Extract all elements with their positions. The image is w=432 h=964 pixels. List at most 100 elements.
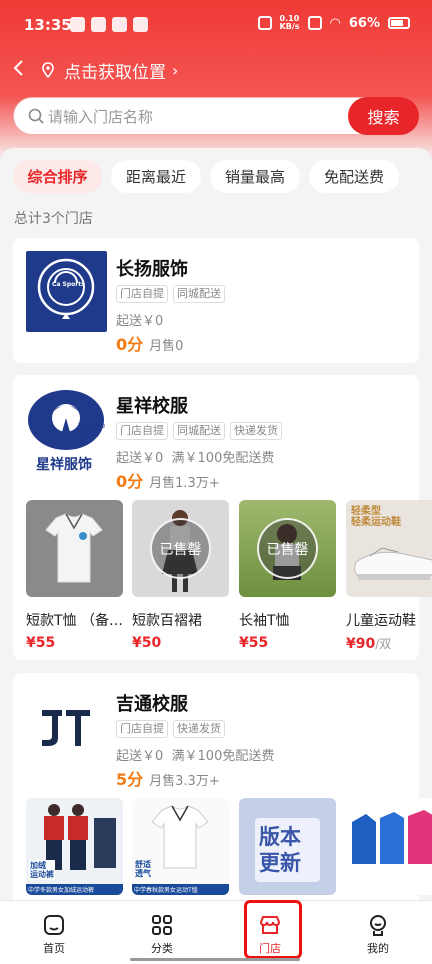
monthly-sales: 月售3.3万+ [149,774,220,789]
product-caption: 舒适 透气 [135,860,151,878]
product-item[interactable]: 版本 更新 [239,798,336,895]
store-score: 5分 [116,770,144,789]
store-list-panel: 综合排序 距离最近 销量最高 免配送费 总计3个门店 Ca Sports 长扬服… [0,148,432,900]
search-icon [28,108,44,124]
product-item[interactable]: 已售罄 长袖T恤 ¥55 [239,500,336,651]
product-price-value: ¥90 [346,636,376,652]
battery-icon [388,17,410,29]
store-card[interactable]: 吉通校服 门店自提 快递发货 起送￥0 满￥100免配送费 5分 月售3.3万+… [13,673,432,900]
tab-category[interactable]: 分类 [108,901,216,964]
product-image: 版本 更新 [239,798,336,895]
back-icon[interactable] [12,58,34,82]
battery-percent: 66% [348,15,380,31]
store-rating: 0分 月售1.3万+ [116,468,220,492]
product-price-unit: /双 [375,637,392,651]
chevron-right-icon: › [172,60,179,80]
store-tags: 门店自提 快递发货 [116,720,225,738]
home-icon [44,915,64,935]
store-name: 星祥校服 [116,396,188,417]
location-selector[interactable]: 点击获取位置 › [12,56,178,84]
gesture-bar [130,958,300,961]
tab-label: 首页 [43,942,65,955]
notification-icons [70,17,148,32]
product-item[interactable]: 短款T恤 （备… ¥55 [26,500,123,651]
calendar-icon [133,17,148,32]
product-item[interactable]: 加绒 运动裤 中学冬款男女加绒运动裤 [26,798,123,895]
signal-off-icon [307,16,322,30]
product-image [346,798,432,895]
tab-home[interactable]: 首页 [0,901,108,964]
sold-out-badge: 已售罄 [150,518,211,579]
store-name: 吉通校服 [116,694,188,715]
status-right: 0.10 KB/s ◠ 66% [257,15,410,31]
crown-icon [70,17,85,32]
store-rating: 0分 月售0 [116,331,183,355]
tab-label: 分类 [151,942,173,955]
delivery-info: 起送￥0 [116,314,164,329]
location-pin-icon [42,62,54,78]
search-input[interactable] [48,106,318,128]
profile-icon [370,915,386,936]
product-price: ¥55 [239,635,269,651]
filter-nearest[interactable]: 距离最近 [111,160,201,193]
store-card[interactable]: Ca Sports 长扬服饰 门店自提 同城配送 起送￥0 0分 月售0 [13,238,419,363]
search-bar: 搜索 [13,97,419,135]
store-logo-text: 星祥服饰 [36,457,92,473]
product-name: 短款百褶裙 [132,613,202,629]
store-logo: Xing Xiang Dress 星祥服饰 [26,388,107,473]
filter-free-delivery[interactable]: 免配送费 [309,160,399,193]
category-icon [152,915,172,935]
tab-store[interactable]: 门店 [216,901,324,964]
store-card[interactable]: Xing Xiang Dress 星祥服饰 星祥校服 门店自提 同城配送 快递发… [13,375,432,660]
product-name: 儿童运动鞋 [346,613,416,629]
location-text: 点击获取位置 [64,62,166,83]
store-tags: 门店自提 同城配送 快递发货 [116,422,282,440]
product-caption: 加绒 运动裤 [29,860,55,880]
product-name: 短款T恤 （备… [26,613,123,629]
sold-out-badge: 已售罄 [257,518,318,579]
product-image [26,500,123,597]
delivery-info: 起送￥0 满￥100免配送费 [116,749,275,764]
delivery-info: 起送￥0 满￥100免配送费 [116,451,275,466]
monthly-sales: 月售0 [149,339,184,354]
product-name: 长袖T恤 [239,613,290,629]
wifi-icon: ◠ [329,15,341,31]
product-image: 加绒 运动裤 中学冬款男女加绒运动裤 [26,798,123,895]
status-bar: 13:35 0.10 KB/s ◠ 66% [0,0,432,52]
product-item[interactable]: 轻柔型 轻柔运动鞋 儿童运动鞋 ¥90/双 [346,500,432,652]
product-image: 已售罄 [132,500,229,597]
store-name: 长扬服饰 [116,259,188,280]
store-logo [26,686,107,767]
store-tag: 门店自提 [116,422,168,440]
video-icon [112,17,127,32]
monthly-sales: 月售1.3万+ [149,476,220,491]
tab-label: 门店 [259,942,281,955]
product-banner-text: 轻柔型 轻柔运动鞋 [351,506,401,528]
product-subcaption: 中学春秋款男女运动T恤 [132,884,229,895]
filter-bar: 综合排序 距离最近 销量最高 免配送费 [13,160,399,193]
store-count: 总计3个门店 [14,211,93,227]
product-item[interactable] [346,798,432,895]
product-item[interactable]: 已售罄 短款百褶裙 ¥50 [132,500,229,651]
product-caption: 版本 更新 [259,825,301,875]
store-score: 0分 [116,335,144,354]
product-price: ¥55 [26,635,56,651]
store-tag: 同城配送 [173,422,225,440]
store-tag: 同城配送 [173,285,225,303]
store-icon [259,916,281,934]
search-button[interactable]: 搜索 [348,97,419,135]
filter-default-sort[interactable]: 综合排序 [13,160,102,193]
store-tag: 快递发货 [173,720,225,738]
tab-profile[interactable]: 我的 [324,901,432,964]
store-rating: 5分 月售3.3万+ [116,766,220,790]
tab-label: 我的 [367,942,389,955]
product-price: ¥90/双 [346,635,432,652]
filter-top-sales[interactable]: 销量最高 [210,160,300,193]
product-subcaption: 中学冬款男女加绒运动裤 [26,884,123,895]
store-tag: 门店自提 [116,720,168,738]
store-logo-text: Ca Sports [52,281,85,288]
product-item[interactable]: 舒适 透气 中学春秋款男女运动T恤 [132,798,229,895]
store-score: 0分 [116,472,144,491]
store-logo-subtext: Xing Xiang Dress [78,423,105,435]
vibrate-icon [257,16,272,30]
